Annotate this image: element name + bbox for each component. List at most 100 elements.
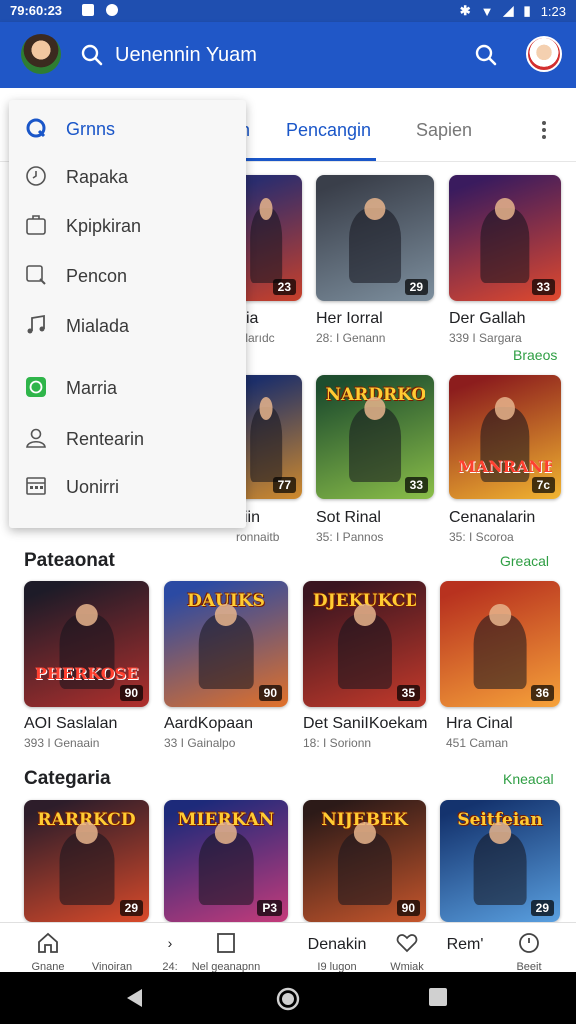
rating-badge: 7c — [531, 477, 555, 493]
status-bar: 79:60:23 ✱ ▼ ◢ ▮ 1:23 — [0, 0, 576, 22]
nav-item-third[interactable]: › 24: — [154, 923, 186, 973]
search-icon[interactable] — [80, 43, 104, 67]
see-more-link[interactable]: Braeos — [513, 347, 557, 363]
search-icon — [26, 265, 46, 285]
game-logo-text: PHERKOSE — [34, 664, 139, 684]
game-card[interactable]: 29 — [316, 175, 434, 301]
menu-item-label: Grnns — [66, 119, 116, 139]
menu-item-label: Rentearin — [66, 429, 145, 449]
whatsapp-icon — [26, 377, 46, 397]
game-card[interactable]: 36 — [440, 581, 560, 707]
menu-item-mialada[interactable]: Mialada — [9, 303, 246, 347]
more-options-icon[interactable] — [536, 118, 552, 142]
app-bar: Uenennin Yuam — [0, 22, 576, 88]
game-title: ia — [246, 310, 259, 327]
rating-badge: 29 — [404, 279, 428, 295]
game-meta: 35: I Pannos — [316, 530, 384, 544]
home-icon — [38, 932, 58, 953]
game-card[interactable]: MIERKAN P3 — [164, 800, 288, 922]
game-meta: 339 I Sargara — [449, 331, 522, 345]
wifi-icon: ▼ — [480, 3, 494, 19]
menu-item-rentearin[interactable]: Rentearin — [9, 416, 246, 460]
menu-item-uonirri[interactable]: Uonirri — [9, 464, 246, 508]
nav-item-second[interactable]: Vinoiran — [84, 923, 140, 973]
tab-indicator — [246, 158, 376, 161]
menu-item-rapaka[interactable]: Rapaka — [9, 154, 246, 198]
nav-item-denakin[interactable]: Denakin I9 lugon — [304, 923, 370, 973]
bottom-nav: Gnane Vinoiran › 24: Nel geanapnn Denaki… — [0, 922, 576, 973]
game-logo-text: MANRANBAR — [457, 456, 553, 476]
chevron-icon: › — [167, 935, 173, 951]
menu-item-label: Pencon — [66, 266, 128, 286]
clock-icon — [26, 166, 46, 186]
rating-badge: 29 — [530, 900, 554, 916]
nav-item-wishlist[interactable]: Wmiak — [382, 923, 432, 973]
game-card[interactable]: RARRKCD 29 — [24, 800, 149, 922]
game-meta: 35: I Scoroa — [449, 530, 514, 544]
game-title: Der Gallah — [449, 310, 526, 327]
game-card[interactable]: DAUIKS 90 — [164, 581, 288, 707]
avatar[interactable] — [21, 34, 61, 74]
game-title: Sot Rinal — [316, 509, 381, 526]
nav-title: Denakin — [307, 936, 367, 953]
game-card[interactable]: Seitfeian 29 — [440, 800, 560, 922]
section-title: Categaria — [24, 768, 111, 789]
nav-item-rem[interactable]: Rem' — [440, 923, 490, 973]
clock-icon — [519, 933, 539, 953]
battery-icon: ▮ — [523, 3, 531, 18]
game-title: Det SaniIKoekam — [303, 715, 428, 732]
tab-sapien[interactable]: Sapien — [416, 120, 472, 141]
game-meta: ronnaitb — [236, 530, 280, 544]
game-card[interactable]: 33 — [449, 175, 561, 301]
see-more-link[interactable]: Greacal — [500, 553, 549, 569]
person-icon — [26, 428, 46, 448]
game-title: AardKopaan — [164, 715, 253, 732]
game-meta: 33 I Gainalpo — [164, 736, 236, 750]
game-meta: 393 I Genaain — [24, 736, 100, 750]
calendar-icon — [26, 477, 46, 495]
game-card[interactable]: PHERKOSE 90 — [24, 581, 149, 707]
music-note-icon — [27, 314, 45, 334]
game-meta: 451 Caman — [446, 736, 509, 750]
nav-item-library[interactable]: Nel geanapnn — [192, 923, 260, 973]
game-title: AOI Saslalan — [24, 715, 118, 732]
menu-item-grnns[interactable]: Grnns — [9, 106, 246, 150]
game-title: Hra Cinal — [446, 715, 513, 732]
system-nav-bar — [0, 972, 576, 1024]
status-time: 79:60:23 — [10, 3, 63, 18]
rating-badge: 33 — [404, 477, 428, 493]
menu-item-marria[interactable]: Marria — [9, 365, 246, 409]
game-title: iin — [244, 509, 261, 526]
menu-item-pencon[interactable]: Pencon — [9, 253, 246, 297]
home-button-icon[interactable] — [276, 987, 300, 1011]
back-icon[interactable] — [124, 987, 146, 1009]
profile-avatar[interactable] — [526, 36, 562, 72]
bluetooth-icon: ✱ — [459, 3, 471, 18]
menu-item-label: Marria — [66, 378, 118, 398]
rating-badge: P3 — [257, 900, 282, 916]
rating-badge: 90 — [396, 900, 420, 916]
search-action-icon[interactable] — [474, 43, 498, 67]
nav-item-recent[interactable]: Beeit — [504, 923, 554, 973]
status-clock: 1:23 — [540, 3, 566, 19]
menu-item-kpipkiran[interactable]: Kpipkiran — [9, 203, 246, 247]
search-query[interactable]: Uenennin Yuam — [115, 44, 257, 67]
signal-icon: ◢ — [503, 3, 514, 18]
q-icon — [26, 118, 46, 138]
recents-icon[interactable] — [428, 987, 448, 1007]
menu-item-label: Kpipkiran — [66, 216, 142, 236]
see-more-link[interactable]: Kneacal — [503, 771, 554, 787]
rating-badge: 33 — [531, 279, 555, 295]
section-title: Pateaonat — [24, 550, 115, 571]
game-card[interactable]: DJEKUKCD 35 — [303, 581, 426, 707]
rating-badge: 23 — [272, 279, 296, 295]
tab-pencangin[interactable]: Pencangin — [286, 120, 371, 141]
drawer-menu: Grnns Rapaka Kpipkiran Pencon Mialada Ma… — [9, 100, 246, 528]
game-meta: 18: I Sorionn — [303, 736, 372, 750]
menu-item-label: Mialada — [66, 316, 130, 336]
game-title: Cenanalarin — [449, 509, 536, 526]
nav-item-home[interactable]: Gnane — [26, 923, 70, 973]
game-card[interactable]: NIJEBEK 90 — [303, 800, 426, 922]
game-card[interactable]: MANRANBAR 7c — [449, 375, 561, 499]
game-card[interactable]: NARDRKOS 33 — [316, 375, 434, 499]
